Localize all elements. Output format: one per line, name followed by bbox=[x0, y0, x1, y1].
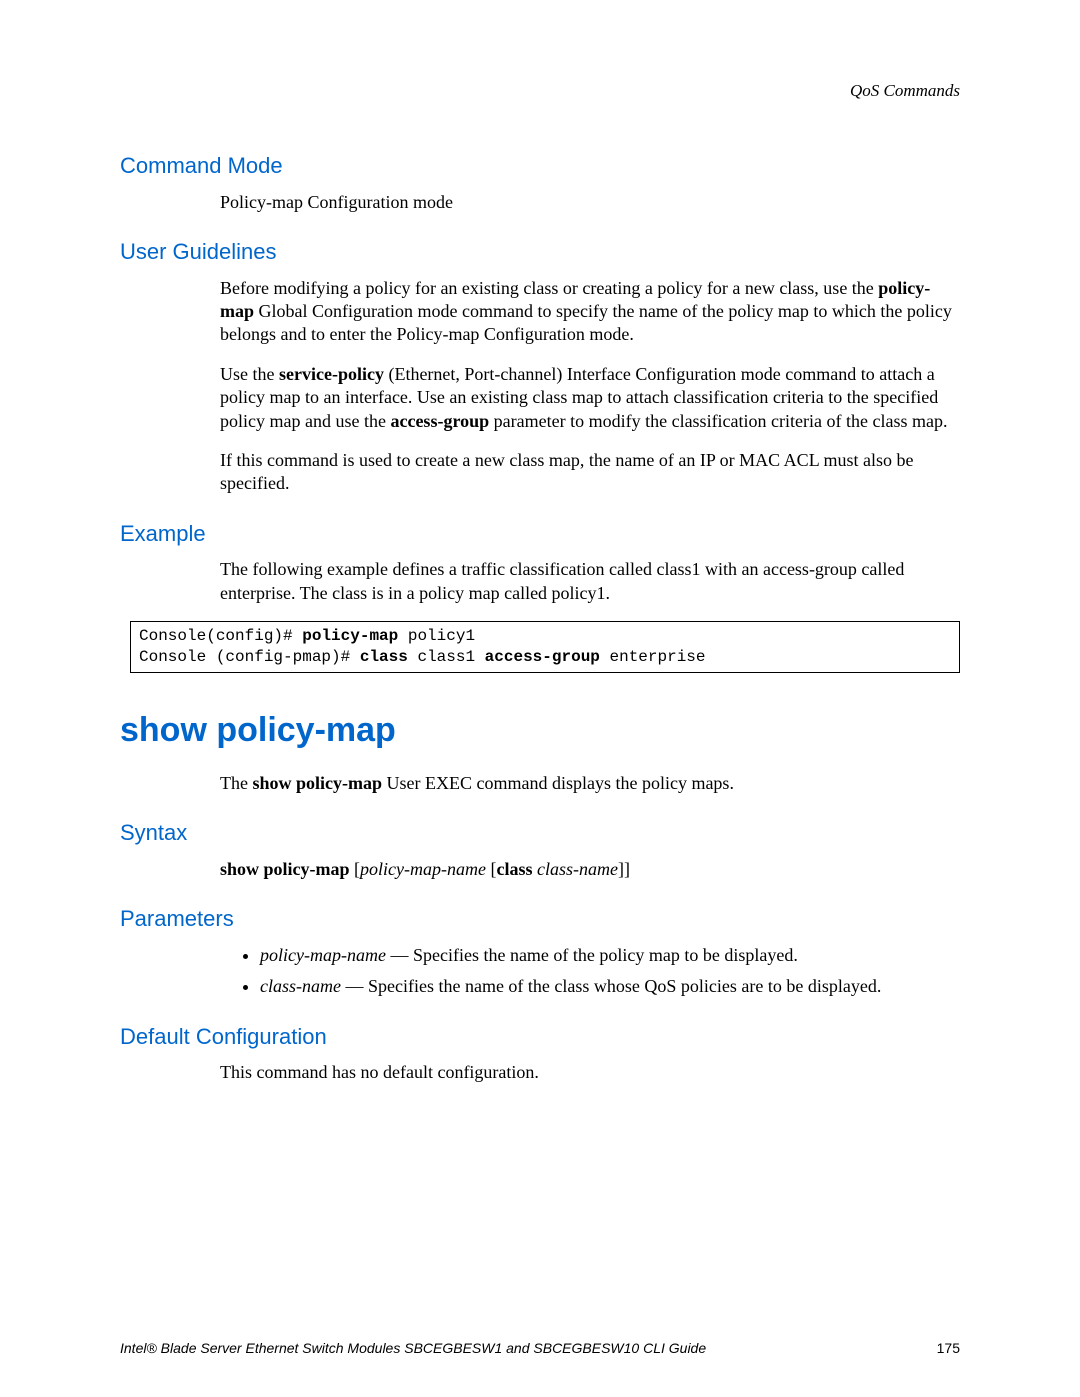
heading-parameters: Parameters bbox=[120, 905, 960, 934]
page-footer: Intel® Blade Server Ethernet Switch Modu… bbox=[120, 1339, 960, 1357]
text-guidelines-p2: Use the service-policy (Ethernet, Port-c… bbox=[220, 363, 960, 433]
text-example-intro: The following example defines a traffic … bbox=[220, 558, 960, 605]
heading-command-mode: Command Mode bbox=[120, 152, 960, 181]
heading-default-configuration: Default Configuration bbox=[120, 1023, 960, 1052]
running-head: QoS Commands bbox=[120, 80, 960, 102]
text-default-configuration: This command has no default configuratio… bbox=[220, 1061, 960, 1084]
parameter-list: policy-map-name — Specifies the name of … bbox=[220, 944, 960, 999]
heading-syntax: Syntax bbox=[120, 819, 960, 848]
heading-user-guidelines: User Guidelines bbox=[120, 238, 960, 267]
command-heading: show policy-map bbox=[120, 708, 960, 752]
text-command-mode: Policy-map Configuration mode bbox=[220, 191, 960, 214]
text-syntax: show policy-map [policy-map-name [class … bbox=[220, 858, 960, 881]
text-guidelines-p3: If this command is used to create a new … bbox=[220, 449, 960, 496]
footer-title: Intel® Blade Server Ethernet Switch Modu… bbox=[120, 1340, 706, 1356]
param-class-name: class-name — Specifies the name of the c… bbox=[260, 975, 960, 998]
heading-example: Example bbox=[120, 520, 960, 549]
page-number: 175 bbox=[937, 1339, 960, 1357]
text-guidelines-p1: Before modifying a policy for an existin… bbox=[220, 277, 960, 347]
param-policy-map-name: policy-map-name — Specifies the name of … bbox=[260, 944, 960, 967]
code-example: Console(config)# policy-map policy1 Cons… bbox=[130, 621, 960, 673]
text-command-intro: The show policy-map User EXEC command di… bbox=[220, 772, 960, 795]
